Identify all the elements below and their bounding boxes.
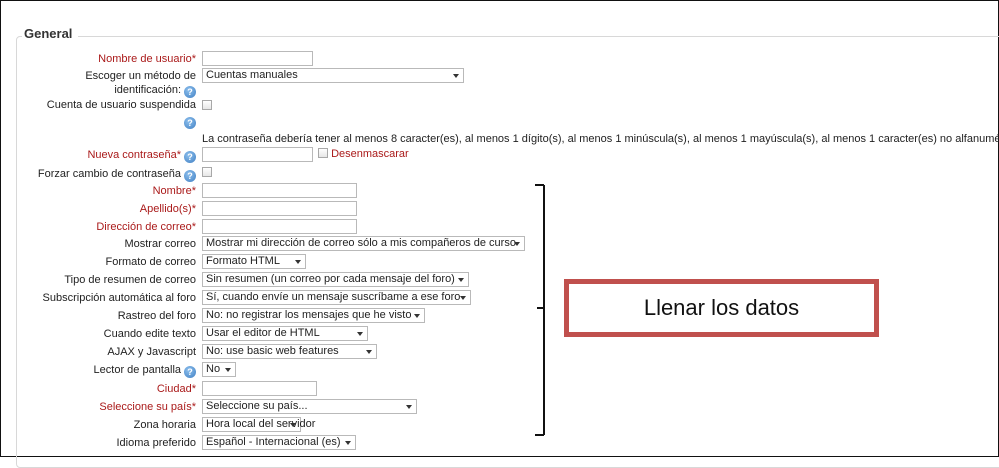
help-icon[interactable]: ?	[184, 151, 196, 163]
chevron-down-icon	[357, 332, 363, 336]
help-icon[interactable]: ?	[184, 170, 196, 182]
email-display-select[interactable]: Mostrar mi dirección de correo sólo a mi…	[202, 236, 525, 251]
lastname-row: Apellido(s)*	[0, 201, 999, 219]
screenreader-select[interactable]: No	[202, 362, 236, 377]
timezone-select[interactable]: Hora local del servidor	[202, 417, 315, 432]
auth-method-label-line2: identificación:?	[114, 84, 196, 98]
chevron-down-icon	[366, 350, 372, 354]
email-input[interactable]	[202, 219, 357, 234]
city-input[interactable]	[202, 381, 317, 396]
chevron-down-icon	[458, 278, 464, 282]
email-display-row: Mostrar correo Mostrar mi dirección de c…	[0, 236, 999, 254]
language-row: Idioma preferido Español - Internacional…	[0, 435, 999, 453]
force-change-row: Forzar cambio de contraseña?	[0, 166, 999, 184]
section-title: General	[22, 26, 79, 41]
chevron-down-icon	[453, 74, 459, 78]
editor-select[interactable]: Usar el editor de HTML	[202, 326, 368, 341]
auth-method-row: Escoger un método de identificación:? Cu…	[0, 68, 999, 98]
screenreader-row: Lector de pantalla? No	[0, 362, 999, 380]
help-icon[interactable]: ?	[184, 117, 196, 129]
annotation-brace	[535, 185, 545, 435]
timezone-row: Zona horaria Hora local del servidor	[0, 417, 999, 435]
lastname-label: Apellido(s)*	[139, 203, 196, 215]
chevron-down-icon	[460, 296, 466, 300]
chevron-down-icon	[295, 260, 301, 264]
city-row: Ciudad*	[0, 381, 999, 399]
username-row: Nombre de usuario*	[0, 51, 999, 69]
email-format-row: Formato de correo Formato HTML	[0, 254, 999, 272]
password-policy-text: La contraseña debería tener al menos 8 c…	[202, 133, 999, 145]
email-label: Dirección de correo*	[96, 221, 196, 233]
email-row: Dirección de correo*	[0, 219, 999, 237]
suspended-checkbox[interactable]	[202, 100, 212, 110]
annotation-callout: Llenar los datos	[564, 279, 879, 337]
ajax-select[interactable]: No: use basic web features	[202, 344, 377, 359]
email-format-label: Formato de correo	[105, 256, 196, 268]
new-password-label: Nueva contraseña*?	[87, 149, 196, 163]
unmask-control[interactable]: Desenmascarar	[318, 148, 409, 160]
screenreader-label: Lector de pantalla?	[94, 364, 196, 378]
chevron-down-icon	[514, 242, 520, 246]
country-label: Seleccione su país*	[99, 401, 196, 413]
autosubscribe-label: Subscripción automática al foro	[42, 292, 196, 304]
city-label: Ciudad*	[156, 383, 196, 395]
force-change-label: Forzar cambio de contraseña?	[38, 168, 196, 182]
firstname-input[interactable]	[202, 183, 357, 198]
editor-label: Cuando edite texto	[103, 328, 196, 340]
ajax-row: AJAX y Javascript No: use basic web feat…	[0, 344, 999, 362]
help-icon[interactable]: ?	[184, 86, 196, 98]
force-change-checkbox[interactable]	[202, 167, 212, 177]
annotation-brace-tip	[537, 307, 543, 309]
chevron-down-icon	[414, 314, 420, 318]
username-input[interactable]	[202, 51, 313, 66]
email-display-label: Mostrar correo	[124, 238, 196, 250]
unmask-checkbox[interactable]	[318, 148, 328, 158]
chevron-down-icon	[406, 405, 412, 409]
digest-select[interactable]: Sin resumen (un correo por cada mensaje …	[202, 272, 469, 287]
country-select[interactable]: Seleccione su país...	[202, 399, 417, 414]
suspended-help: ?	[181, 115, 196, 129]
autosubscribe-select[interactable]: Sí, cuando envíe un mensaje suscríbame a…	[202, 290, 471, 305]
suspended-row: Cuenta de usuario suspendida ?	[0, 99, 999, 129]
annotation-brace-top	[535, 184, 544, 186]
unmask-label: Desenmascarar	[331, 148, 409, 160]
language-select[interactable]: Español - Internacional (es)	[202, 435, 356, 450]
firstname-row: Nombre*	[0, 183, 999, 201]
timezone-label: Zona horaria	[133, 419, 196, 431]
tracking-select[interactable]: No: no registrar los mensajes que he vis…	[202, 308, 425, 323]
new-password-input[interactable]	[202, 147, 313, 162]
chevron-down-icon	[225, 368, 231, 372]
tracking-label: Rastreo del foro	[117, 310, 196, 322]
chevron-down-icon	[290, 423, 296, 427]
chevron-down-icon	[345, 441, 351, 445]
suspended-label: Cuenta de usuario suspendida	[46, 99, 196, 111]
digest-label: Tipo de resumen de correo	[64, 274, 196, 286]
lastname-input[interactable]	[202, 201, 357, 216]
firstname-label: Nombre*	[152, 185, 196, 197]
username-label: Nombre de usuario*	[98, 53, 196, 65]
email-format-select[interactable]: Formato HTML	[202, 254, 306, 269]
new-password-row: Nueva contraseña*?	[0, 147, 999, 165]
auth-method-label-line1: Escoger un método de	[85, 70, 196, 82]
country-row: Seleccione su país* Seleccione su país..…	[0, 399, 999, 417]
language-label: Idioma preferido	[116, 437, 197, 449]
help-icon[interactable]: ?	[184, 366, 196, 378]
annotation-brace-bottom	[535, 434, 544, 436]
auth-method-select[interactable]: Cuentas manuales	[202, 68, 464, 83]
ajax-label: AJAX y Javascript	[107, 346, 196, 358]
